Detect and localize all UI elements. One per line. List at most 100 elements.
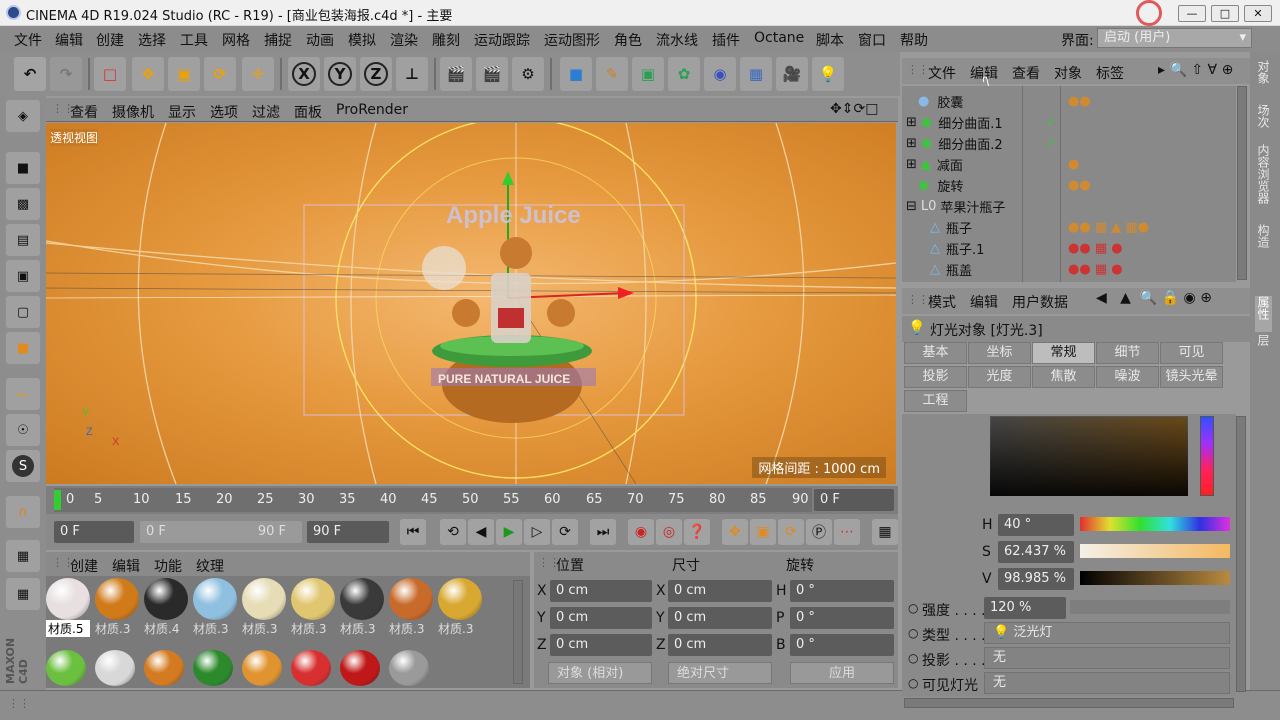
hue-field[interactable]: 40 °	[998, 514, 1074, 536]
material-ball[interactable]	[193, 650, 233, 686]
solo-icon[interactable]: S	[6, 450, 40, 482]
viewport-menu-display[interactable]: 显示	[168, 102, 196, 122]
rotation-p-field[interactable]: 0 °	[790, 607, 894, 629]
key-position-icon[interactable]: ✥	[722, 519, 748, 545]
object-row[interactable]: △ 瓶子.1 ●● ▦ ●	[930, 238, 1230, 259]
start-frame-field[interactable]: 0 F	[54, 521, 134, 543]
material-menu-create[interactable]: 创建	[70, 556, 98, 576]
floor-icon[interactable]: ▦	[740, 57, 772, 91]
menu-script[interactable]: 脚本	[816, 30, 844, 50]
shadow-select[interactable]: 无	[984, 647, 1230, 669]
axis-mode-icon[interactable]: ⌙	[6, 378, 40, 410]
object-menu-file[interactable]: 文件	[928, 63, 956, 83]
lock-workplane-icon[interactable]: ▦	[6, 540, 40, 572]
tab-basic[interactable]: 基本	[904, 342, 967, 364]
object-scrollbar[interactable]	[1237, 86, 1247, 280]
timeline-window-icon[interactable]: ▦	[872, 519, 898, 545]
go-to-end-icon[interactable]: ⏭	[590, 519, 616, 545]
object-row[interactable]: △ 瓶子 ●● ▦ ▲ ▦●	[930, 217, 1230, 238]
apply-button[interactable]: 应用	[790, 662, 894, 684]
drag-handle-icon[interactable]: ⋮⋮	[907, 63, 929, 76]
radio-icon[interactable]: ○	[908, 601, 918, 615]
render-view-icon[interactable]: 🎬	[440, 57, 472, 91]
rotation-h-field[interactable]: 0 °	[790, 580, 894, 602]
attribute-menu-mode[interactable]: 模式	[928, 292, 956, 312]
material-ball[interactable]	[340, 650, 380, 686]
end-frame-field[interactable]: 90 F	[307, 521, 389, 543]
position-x-field[interactable]: 0 cm	[550, 580, 652, 602]
attribute-menu-userdata[interactable]: 用户数据	[1012, 292, 1068, 312]
tab-noise[interactable]: 噪波	[1096, 366, 1159, 388]
radio-icon[interactable]: ○	[908, 651, 918, 665]
tab-objects[interactable]: 对象	[1255, 60, 1272, 100]
menu-motion-tracking[interactable]: 运动跟踪	[474, 30, 530, 50]
attribute-scrollbar[interactable]	[1236, 416, 1246, 692]
rotate-icon[interactable]: ⟳	[204, 57, 236, 91]
radio-icon[interactable]: ○	[908, 626, 918, 640]
value-field[interactable]: 98.985 %	[998, 568, 1074, 590]
collapse-icon[interactable]: ⊟	[906, 199, 917, 214]
render-settings-icon[interactable]: ⚙	[512, 57, 544, 91]
points-mode-icon[interactable]: ▣	[6, 260, 40, 292]
position-y-field[interactable]: 0 cm	[550, 607, 652, 629]
material-menu-texture[interactable]: 纹理	[196, 556, 224, 576]
menu-render[interactable]: 渲染	[390, 30, 418, 50]
object-row[interactable]: ● 胶囊 ●●	[918, 91, 1238, 112]
coordinate-system-icon[interactable]: ⊥	[396, 57, 428, 91]
viewport-nav-icons[interactable]: ✥⇕⟳□	[830, 101, 878, 117]
workplane-icon[interactable]: ▤	[6, 224, 40, 256]
record-keys-icon[interactable]: ◉	[628, 519, 654, 545]
material-slot[interactable]: 材质.3	[340, 578, 384, 646]
key-parameter-icon[interactable]: Ⓟ	[806, 519, 832, 545]
material-slot[interactable]: 材质.5	[46, 578, 90, 646]
workplane-grid-icon[interactable]: ▦	[6, 578, 40, 610]
expand-icon[interactable]: ⊞	[906, 115, 917, 130]
menu-simulate[interactable]: 模拟	[348, 30, 376, 50]
axis-y-lock-icon[interactable]: Y	[328, 62, 352, 86]
previous-key-icon[interactable]: ⟲	[440, 519, 466, 545]
material-ball[interactable]	[144, 650, 184, 686]
intensity-slider[interactable]	[1070, 600, 1230, 614]
viewport-menu-prorender[interactable]: ProRender	[336, 102, 408, 118]
move-icon[interactable]: ✥	[132, 57, 164, 91]
object-row[interactable]: △ 瓶盖 ●● ▦ ●	[930, 259, 1230, 280]
object-row[interactable]: ⊞ ◉ 细分曲面.2 ✓	[906, 133, 1226, 154]
object-menu-view[interactable]: 查看	[1012, 63, 1040, 83]
expand-icon[interactable]: ⊞	[906, 136, 917, 151]
material-slot[interactable]: 材质.3	[193, 578, 237, 646]
tab-lens-glow[interactable]: 镜头光晕	[1160, 366, 1223, 388]
viewport-menu-camera[interactable]: 摄像机	[112, 102, 154, 122]
key-scale-icon[interactable]: ▣	[750, 519, 776, 545]
menu-edit[interactable]: 编辑	[55, 30, 83, 50]
polygons-mode-icon[interactable]: ■	[6, 332, 40, 364]
menu-animate[interactable]: 动画	[306, 30, 334, 50]
next-frame-icon[interactable]: ▷	[524, 519, 550, 545]
close-button[interactable]: ✕	[1244, 5, 1272, 22]
redo-icon[interactable]: ↷	[50, 57, 82, 91]
material-ball[interactable]	[46, 650, 86, 686]
material-slot[interactable]: 材质.3	[389, 578, 433, 646]
menu-character[interactable]: 角色	[614, 30, 642, 50]
tab-details[interactable]: 细节	[1096, 342, 1159, 364]
object-menu-objects[interactable]: 对象	[1054, 63, 1082, 83]
menu-help[interactable]: 帮助	[900, 30, 928, 50]
expand-icon[interactable]: ⊞	[906, 157, 917, 172]
preview-range-slider[interactable]: 0 F 90 F	[140, 521, 302, 543]
snap-magnet-icon[interactable]: ∩	[6, 496, 40, 528]
viewport-menu-panel[interactable]: 面板	[294, 102, 322, 122]
texture-mode-icon[interactable]: ▩	[6, 188, 40, 220]
scale-icon[interactable]: ▣	[168, 57, 200, 91]
hue-slider[interactable]	[1080, 517, 1230, 531]
playhead-marker[interactable]	[54, 490, 61, 510]
tab-content-browser[interactable]: 内容浏览器	[1255, 144, 1272, 220]
play-icon[interactable]: ▶	[496, 519, 522, 545]
deformer-icon[interactable]: ◉	[704, 57, 736, 91]
perspective-viewport[interactable]: Apple Juice PURE NATURAL JUICE Y Z X 透视视…	[46, 123, 896, 484]
menu-file[interactable]: 文件	[14, 30, 42, 50]
attribute-menu-edit[interactable]: 编辑	[970, 292, 998, 312]
tab-layers[interactable]: 层	[1255, 334, 1272, 358]
tab-visibility[interactable]: 可见	[1160, 342, 1223, 364]
material-ball[interactable]	[95, 650, 135, 686]
cube-icon[interactable]: ■	[560, 57, 592, 91]
subdivision-icon[interactable]: ▣	[632, 57, 664, 91]
